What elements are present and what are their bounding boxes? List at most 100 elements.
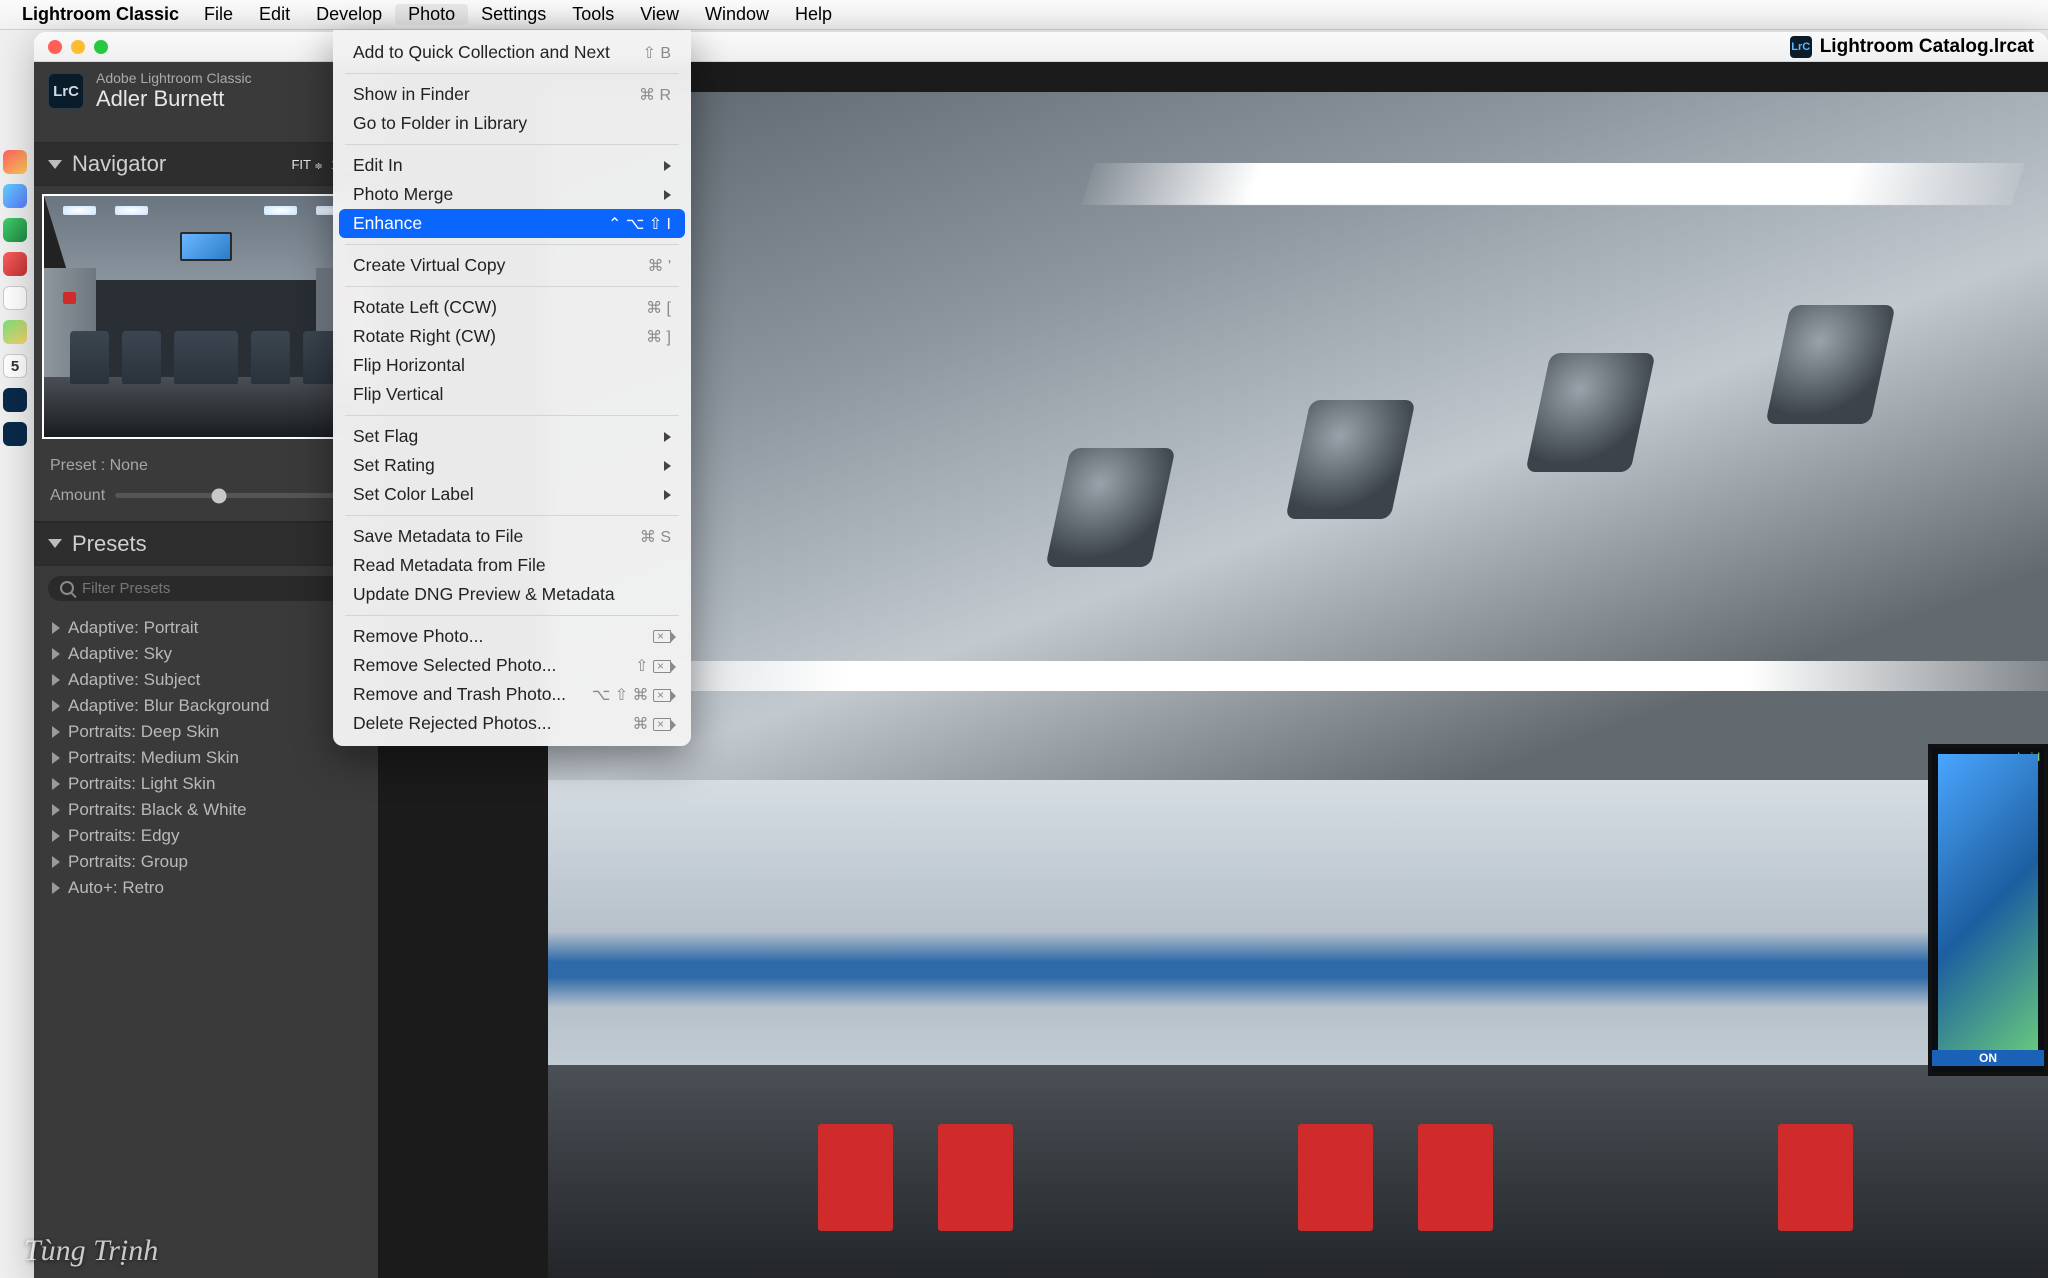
menu-item-label: Remove Photo... [353, 626, 483, 647]
preset-group-item[interactable]: Adaptive: Subject [38, 667, 374, 693]
menu-item[interactable]: Update DNG Preview & Metadata [333, 580, 691, 609]
menu-item[interactable]: Save Metadata to File⌘ S [333, 522, 691, 551]
chevron-right-icon [52, 622, 60, 634]
menu-item[interactable]: Create Virtual Copy⌘ ' [333, 251, 691, 280]
menu-separator [345, 415, 679, 416]
menu-photo[interactable]: Photo [395, 4, 468, 25]
chevron-right-icon [52, 674, 60, 686]
left-sidebar: Navigator FIT ≑ 100% [34, 62, 378, 1278]
dock-icon[interactable] [3, 286, 27, 310]
disclosure-triangle-icon [48, 539, 62, 548]
dock-icon[interactable] [3, 320, 27, 344]
menu-item-label: Flip Vertical [353, 384, 443, 405]
navigator-panel-header[interactable]: Navigator FIT ≑ 100% [34, 142, 378, 186]
preset-item-label: Portraits: Deep Skin [68, 722, 219, 742]
menu-view[interactable]: View [627, 4, 692, 25]
menu-edit[interactable]: Edit [246, 4, 303, 25]
menu-item-label: Remove and Trash Photo... [353, 684, 566, 705]
zoom-fit-button[interactable]: FIT ≑ [291, 157, 322, 172]
menu-item[interactable]: Flip Vertical [333, 380, 691, 409]
menu-separator [345, 286, 679, 287]
amount-slider[interactable]: Amount [50, 487, 362, 505]
preset-group-item[interactable]: Portraits: Deep Skin [38, 719, 374, 745]
menu-item[interactable]: Enhance⌃ ⌥ ⇧ I [339, 209, 685, 238]
dock-icon[interactable] [3, 252, 27, 276]
dock-icon[interactable] [3, 184, 27, 208]
menu-item[interactable]: Remove and Trash Photo...⌥ ⇧ ⌘ [333, 680, 691, 709]
slider-knob[interactable] [211, 488, 226, 503]
menu-shortcut: ⌘ S [640, 527, 671, 547]
delete-key-icon [653, 630, 671, 643]
photo-menu-dropdown: Add to Quick Collection and Next⇧ B Show … [333, 30, 691, 746]
vehicle-display-screen: android ON [1928, 744, 2048, 1076]
menu-item[interactable]: Remove Photo... [333, 622, 691, 651]
menu-item[interactable]: Set Color Label [333, 480, 691, 509]
menu-tools[interactable]: Tools [559, 4, 627, 25]
main-image[interactable]: android ON [548, 92, 2048, 1278]
identity-plate: LrC Adobe Lightroom Classic Adler Burnet… [48, 70, 252, 112]
chevron-right-icon [664, 461, 671, 471]
menu-help[interactable]: Help [782, 4, 845, 25]
chevron-right-icon [52, 830, 60, 842]
menu-item-label: Edit In [353, 155, 403, 176]
preset-group-item[interactable]: Auto+: Retro [38, 875, 374, 901]
menu-item[interactable]: Go to Folder in Library [333, 109, 691, 138]
chevron-right-icon [52, 778, 60, 790]
menu-window[interactable]: Window [692, 4, 782, 25]
menu-separator [345, 515, 679, 516]
menu-separator [345, 144, 679, 145]
menu-item[interactable]: Remove Selected Photo...⇧ [333, 651, 691, 680]
menu-item[interactable]: Show in Finder⌘ R [333, 80, 691, 109]
minimize-button[interactable] [71, 40, 85, 54]
preset-group-item[interactable]: Adaptive: Blur Background [38, 693, 374, 719]
menu-item-label: Flip Horizontal [353, 355, 465, 376]
dock-icon[interactable] [3, 218, 27, 242]
watermark-text: Tùng Trịnh [24, 1234, 158, 1268]
preset-item-label: Portraits: Light Skin [68, 774, 215, 794]
menu-item[interactable]: Rotate Left (CCW)⌘ [ [333, 293, 691, 322]
menu-item[interactable]: Delete Rejected Photos...⌘ [333, 709, 691, 738]
navigator-thumbnail-wrap [34, 186, 378, 447]
menu-develop[interactable]: Develop [303, 4, 395, 25]
disclosure-triangle-icon [48, 160, 62, 169]
menu-item-label: Delete Rejected Photos... [353, 713, 551, 734]
menu-item[interactable]: Rotate Right (CW)⌘ ] [333, 322, 691, 351]
menu-item[interactable]: Edit In [333, 151, 691, 180]
menu-item-label: Photo Merge [353, 184, 453, 205]
menu-shortcut: ⇧ B [642, 43, 671, 63]
presets-filter-input[interactable] [82, 580, 352, 597]
preset-group-item[interactable]: Adaptive: Sky [38, 641, 374, 667]
dock-icon[interactable] [3, 150, 27, 174]
menu-item[interactable]: Read Metadata from File [333, 551, 691, 580]
preset-group-item[interactable]: Portraits: Medium Skin [38, 745, 374, 771]
preset-item-label: Adaptive: Blur Background [68, 696, 269, 716]
menu-item[interactable]: Set Rating [333, 451, 691, 480]
menu-settings[interactable]: Settings [468, 4, 559, 25]
macos-dock: 5 [0, 140, 30, 1240]
preset-group-item[interactable]: Portraits: Edgy [38, 823, 374, 849]
preset-group-item[interactable]: Portraits: Group [38, 849, 374, 875]
menu-item[interactable]: Photo Merge [333, 180, 691, 209]
on-badge: ON [1932, 1050, 2044, 1066]
menu-item[interactable]: Set Flag [333, 422, 691, 451]
menu-item[interactable]: Flip Horizontal [333, 351, 691, 380]
navigator-thumbnail[interactable] [42, 194, 370, 439]
menu-file[interactable]: File [191, 4, 246, 25]
close-button[interactable] [48, 40, 62, 54]
presets-filter-box[interactable] [48, 576, 364, 601]
dock-icon[interactable] [3, 388, 27, 412]
preset-group-item[interactable]: Portraits: Black & White [38, 797, 374, 823]
menu-item-label: Create Virtual Copy [353, 255, 505, 276]
maximize-button[interactable] [94, 40, 108, 54]
chevron-right-icon [52, 804, 60, 816]
preset-group-item[interactable]: Adaptive: Portrait [38, 615, 374, 641]
preset-group-item[interactable]: Portraits: Light Skin [38, 771, 374, 797]
presets-panel-header[interactable]: Presets [34, 522, 378, 566]
preset-item-label: Portraits: Medium Skin [68, 748, 239, 768]
presets-title: Presets [72, 531, 147, 557]
slider-track[interactable] [115, 493, 362, 498]
menu-item-label: Enhance [353, 213, 422, 234]
dock-icon[interactable]: 5 [3, 354, 27, 378]
dock-icon[interactable] [3, 422, 27, 446]
menu-item[interactable]: Add to Quick Collection and Next⇧ B [333, 38, 691, 67]
